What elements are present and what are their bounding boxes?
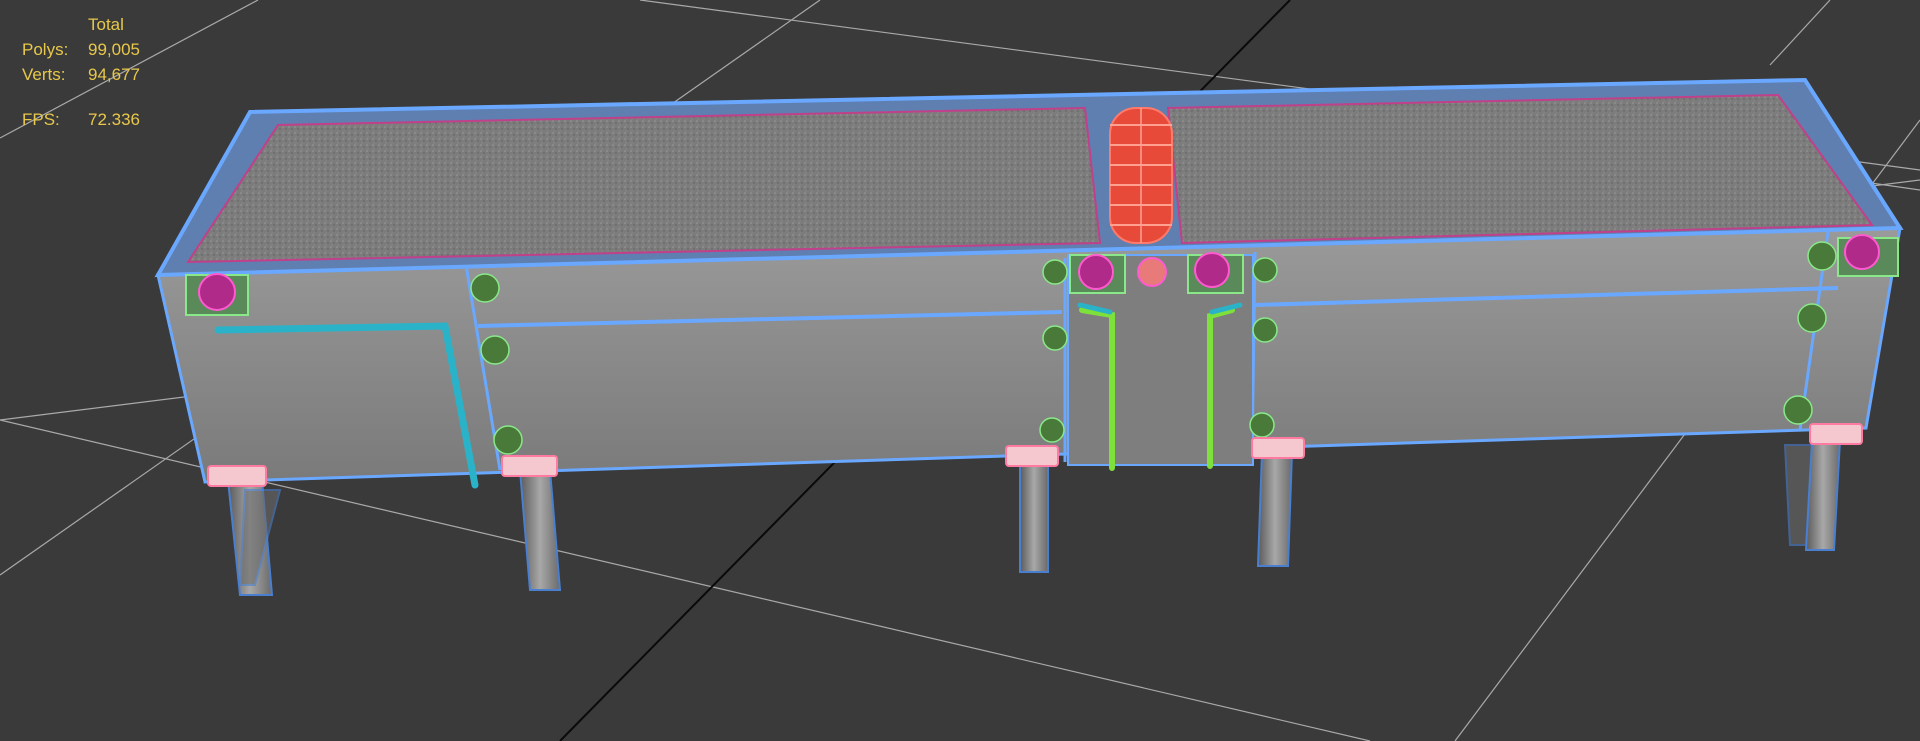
- belt-right: [1166, 93, 1874, 245]
- polys-value: 99,005: [88, 40, 140, 59]
- 3d-viewport[interactable]: [0, 0, 1920, 741]
- fps-value: 72.336: [88, 110, 140, 129]
- viewport-statistics: Total Polys: 99,005 Verts: 94,677 FPS: 72.3…: [22, 12, 140, 132]
- leg-3: [1019, 459, 1049, 573]
- fps-label: FPS:: [22, 110, 60, 129]
- verts-value: 94,677: [88, 65, 140, 84]
- leg-4: [1256, 451, 1294, 567]
- stats-header: Total: [88, 15, 124, 34]
- polys-label: Polys:: [22, 40, 69, 59]
- roller-icon: [1109, 107, 1173, 244]
- belt-left: [186, 106, 1102, 264]
- verts-label: Verts:: [22, 65, 66, 84]
